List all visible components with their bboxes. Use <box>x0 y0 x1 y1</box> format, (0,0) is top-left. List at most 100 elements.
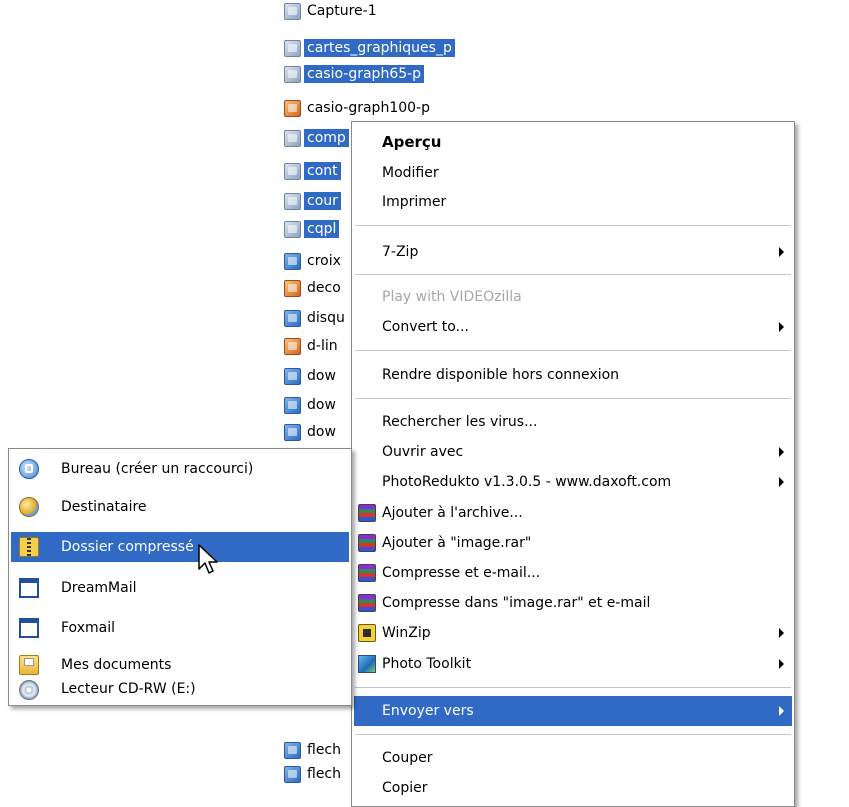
file-name: casio-graph100-p <box>307 100 430 116</box>
menu-item-label: Couper <box>382 750 433 766</box>
submenu-arrow-icon <box>779 706 784 716</box>
winrar-icon <box>358 564 376 582</box>
image-file-icon <box>284 192 301 210</box>
menu-item-rechercher-virus[interactable]: Rechercher les virus... <box>354 407 792 437</box>
send-to-desktop[interactable]: Bureau (créer un raccourci) <box>11 454 349 484</box>
menu-item-couper[interactable]: Couper <box>354 743 792 773</box>
menu-item-label: Foxmail <box>61 620 115 636</box>
file-item[interactable]: d-lin <box>284 335 341 357</box>
file-name: disqu <box>307 310 345 326</box>
image-file-icon <box>284 129 301 147</box>
menu-item-label: Compresse et e-mail... <box>382 565 541 581</box>
file-item[interactable]: disqu <box>284 307 348 329</box>
file-item[interactable]: flech <box>284 763 344 785</box>
menu-item-label: Mes documents <box>61 657 172 673</box>
menu-item-label: Imprimer <box>382 194 447 210</box>
file-name: cqpl <box>304 220 340 238</box>
submenu-arrow-icon <box>779 477 784 487</box>
menu-item-label: WinZip <box>382 625 431 641</box>
file-name: dow <box>307 424 336 440</box>
submenu-arrow-icon <box>779 447 784 457</box>
file-item[interactable]: dow <box>284 421 339 443</box>
winrar-icon <box>358 534 376 552</box>
menu-item-copier[interactable]: Copier <box>354 773 792 803</box>
file-item[interactable]: dow <box>284 365 339 387</box>
file-name: casio-graph65-p <box>304 65 425 83</box>
menu-separator <box>355 398 791 399</box>
file-name: comp <box>304 129 349 147</box>
menu-item-label: Ajouter à "image.rar" <box>382 535 532 551</box>
menu-item-compresse-email[interactable]: Compresse et e-mail... <box>354 558 792 588</box>
menu-item-7zip[interactable]: 7-Zip <box>354 237 792 267</box>
menu-item-ajouter-image-rar[interactable]: Ajouter à "image.rar" <box>354 528 792 558</box>
file-item[interactable]: casio-graph100-p <box>284 97 433 119</box>
menu-item-winzip[interactable]: WinZip <box>354 618 792 648</box>
menu-item-play-videozilla: Play with VIDEOzilla <box>354 282 792 312</box>
menu-item-photoredukto[interactable]: PhotoRedukto v1.3.0.5 - www.daxoft.com <box>354 467 792 497</box>
image-file-icon <box>284 765 301 783</box>
menu-item-rendre-disponible[interactable]: Rendre disponible hors connexion <box>354 360 792 390</box>
image-file-icon <box>284 39 301 57</box>
file-item[interactable]: croix <box>284 250 344 272</box>
cd-drive-icon <box>19 680 39 700</box>
menu-item-compresse-dans-email[interactable]: Compresse dans "image.rar" et e-mail <box>354 588 792 618</box>
file-item[interactable]: cont <box>284 160 341 182</box>
image-file-icon <box>284 162 301 180</box>
menu-item-label: Envoyer vers <box>382 703 474 719</box>
my-documents-icon <box>19 655 39 675</box>
menu-separator <box>355 274 791 275</box>
menu-item-photo-toolkit[interactable]: Photo Toolkit <box>354 649 792 679</box>
file-item[interactable]: casio-graph65-p <box>284 63 425 85</box>
send-to-dreammail[interactable]: DreamMail <box>11 573 349 603</box>
menu-item-ajouter-archive[interactable]: Ajouter à l'archive... <box>354 498 792 528</box>
submenu-arrow-icon <box>779 322 784 332</box>
menu-separator <box>355 734 791 735</box>
file-item[interactable]: deco <box>284 277 344 299</box>
menu-item-modifier[interactable]: Modifier <box>354 158 792 188</box>
winzip-icon <box>358 624 376 642</box>
menu-item-label: Copier <box>382 780 428 796</box>
menu-item-imprimer[interactable]: Imprimer <box>354 187 792 217</box>
menu-item-label: PhotoRedukto v1.3.0.5 - www.daxoft.com <box>382 474 672 490</box>
send-to-cd-drive[interactable]: Lecteur CD-RW (E:) <box>11 675 349 703</box>
file-item[interactable]: cour <box>284 190 341 212</box>
submenu-arrow-icon <box>779 659 784 669</box>
menu-item-label: Lecteur CD-RW (E:) <box>61 681 196 697</box>
image-file-icon <box>284 252 301 270</box>
send-to-recipient[interactable]: Destinataire <box>11 492 349 522</box>
winrar-icon <box>358 594 376 612</box>
menu-item-label: DreamMail <box>61 580 137 596</box>
file-name: dow <box>307 397 336 413</box>
file-item[interactable]: cartes_graphiques_p <box>284 37 455 59</box>
send-to-compressed-folder[interactable]: Dossier compressé <box>11 532 349 562</box>
submenu-arrow-icon <box>779 628 784 638</box>
file-item[interactable]: Capture-1 <box>284 0 380 22</box>
mail-recipient-icon <box>19 497 39 517</box>
menu-item-label: Convert to... <box>382 319 469 335</box>
menu-item-label: Photo Toolkit <box>382 656 472 672</box>
send-to-foxmail[interactable]: Foxmail <box>11 613 349 643</box>
file-item[interactable]: flech <box>284 739 344 761</box>
photo-toolkit-icon <box>358 655 376 673</box>
zip-folder-icon <box>19 537 39 557</box>
file-item[interactable]: comp <box>284 127 349 149</box>
image-file-icon <box>284 220 301 238</box>
menu-item-label: Bureau (créer un raccourci) <box>61 461 254 477</box>
menu-item-label: Rendre disponible hors connexion <box>382 367 620 383</box>
image-file-icon <box>284 65 301 83</box>
file-name: flech <box>307 742 342 758</box>
menu-item-envoyer-vers[interactable]: Envoyer vers <box>354 696 792 726</box>
menu-separator <box>355 687 791 688</box>
image-file-icon <box>284 396 301 414</box>
image-file-icon <box>284 99 301 117</box>
menu-item-ouvrir-avec[interactable]: Ouvrir avec <box>354 437 792 467</box>
file-item[interactable]: cqpl <box>284 218 340 240</box>
file-item[interactable]: dow <box>284 394 339 416</box>
file-name: cartes_graphiques_p <box>304 39 455 57</box>
image-file-icon <box>284 309 301 327</box>
menu-item-convert-to[interactable]: Convert to... <box>354 312 792 342</box>
file-name: flech <box>307 766 342 782</box>
file-name: dow <box>307 368 336 384</box>
menu-item-apercu[interactable]: Aperçu <box>354 127 792 157</box>
image-file-icon <box>284 741 301 759</box>
